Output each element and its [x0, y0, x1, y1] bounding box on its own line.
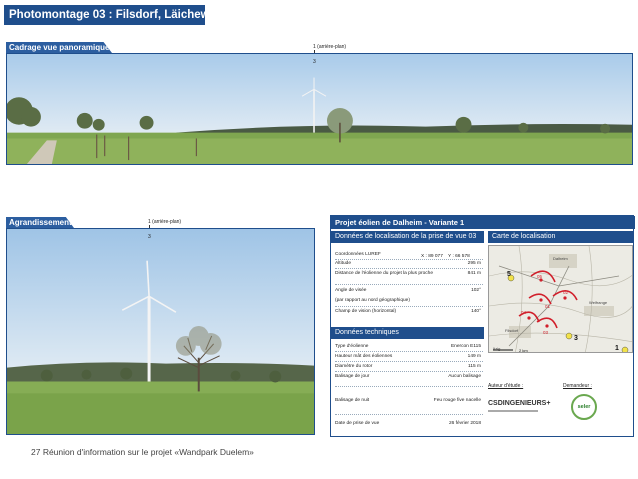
panorama-tab: Cadrage vue panoramique [6, 42, 112, 53]
zoom-marker-label: 1 (arrière-plan) [148, 219, 182, 225]
tech-row-label: Diamètre du rotor [335, 364, 373, 369]
map-turbine-label: 01 [545, 304, 551, 309]
location-header: Données de localisation de la prise de v… [331, 231, 484, 243]
divider [335, 361, 483, 362]
map-town-label: Filsdorf [505, 328, 519, 333]
location-row-label: Angle de visée [335, 288, 367, 293]
divider [335, 371, 483, 372]
tech-row-value: Feu rouge five nacelle [433, 398, 481, 403]
divider [335, 259, 483, 260]
tech-row-value: 115 m [468, 364, 481, 369]
tech-header: Données techniques [331, 327, 484, 339]
location-row-label: (par rapport au nord géographique) [335, 298, 410, 303]
map-label-1: 1 [615, 345, 619, 352]
info-panel: Projet éolien de Dalheim - Variante 1 Do… [330, 215, 635, 437]
divider [335, 284, 483, 285]
map-header: Carte de localisation [488, 231, 633, 243]
zoom-scene [7, 229, 314, 434]
map-turbine-label: 03 [543, 330, 549, 335]
footer-text: 27 Réunion d'information sur le projet «… [31, 447, 254, 457]
map-town-label: Dalheim [553, 256, 568, 261]
author-label: Auteur d'étude : [488, 383, 524, 389]
map-label-5: 5 [507, 271, 511, 278]
panorama-image [6, 53, 633, 165]
location-row-value: 841 m [467, 271, 481, 276]
tech-row-value: 149 m [467, 354, 481, 359]
location-row-value: 102° [471, 288, 481, 293]
tech-row-value: Enercon E115 [450, 344, 481, 349]
panorama-marker-label: 1 (arrière-plan) [313, 44, 347, 50]
location-map-drawing: 5 3 1 Dalheim Filsdorf Welfrange Itzig 0… [489, 246, 632, 353]
csd-logo-underline [488, 410, 538, 412]
tech-row-label: Balisage de nuit [335, 398, 370, 403]
tech-row-label: Hauteur mât des éoliennes [335, 354, 393, 359]
panorama-marker-sub: 3 [313, 59, 316, 65]
divider [335, 306, 483, 307]
tech-row-value: 26 février 2018 [449, 421, 481, 426]
map-scale-label: 2 km [519, 348, 528, 353]
location-map: 5 3 1 Dalheim Filsdorf Welfrange Itzig 0… [488, 245, 633, 353]
location-row-label: Altitude [335, 261, 351, 266]
map-turbine-label: 02 [563, 290, 569, 295]
divider [335, 386, 483, 387]
info-title: Projet éolien de Dalheim - Variante 1 [331, 216, 635, 229]
location-row-value: 140° [471, 309, 481, 314]
page-title: Photomontage 03 : Filsdorf, Läichewee [4, 5, 222, 25]
divider [335, 351, 483, 352]
map-label-3: 3 [574, 335, 578, 342]
tech-row-label: Date de prise de vue [335, 421, 380, 426]
tech-row-label: Balisage de jour [335, 374, 370, 379]
zoom-tab: Agrandissement [6, 217, 74, 228]
location-row-label: Distance de l'éolienne du projet la plus… [335, 271, 433, 276]
zoom-image [6, 228, 315, 435]
location-row-value: 295 m [467, 261, 481, 266]
tech-row-value: Aucun balisage [448, 374, 481, 379]
divider [335, 414, 483, 415]
map-turbine-label: 04 [521, 310, 527, 315]
seler-logo: seler [571, 394, 597, 420]
panorama-scene [7, 54, 632, 164]
client-label: Demandeur : [563, 383, 592, 389]
zoom-marker-sub: 3 [148, 234, 151, 240]
csd-logo: CSDINGENIEURS+ [488, 400, 551, 407]
coords-label: Coordonnées LUREF [335, 252, 381, 257]
location-row-label: Champ de vision (horizontal) [335, 309, 397, 314]
map-turbine-label: 05 [537, 274, 543, 279]
tech-row-label: Type d'éolienne [335, 344, 369, 349]
map-town-label: Welfrange [589, 300, 608, 305]
divider [335, 268, 483, 269]
